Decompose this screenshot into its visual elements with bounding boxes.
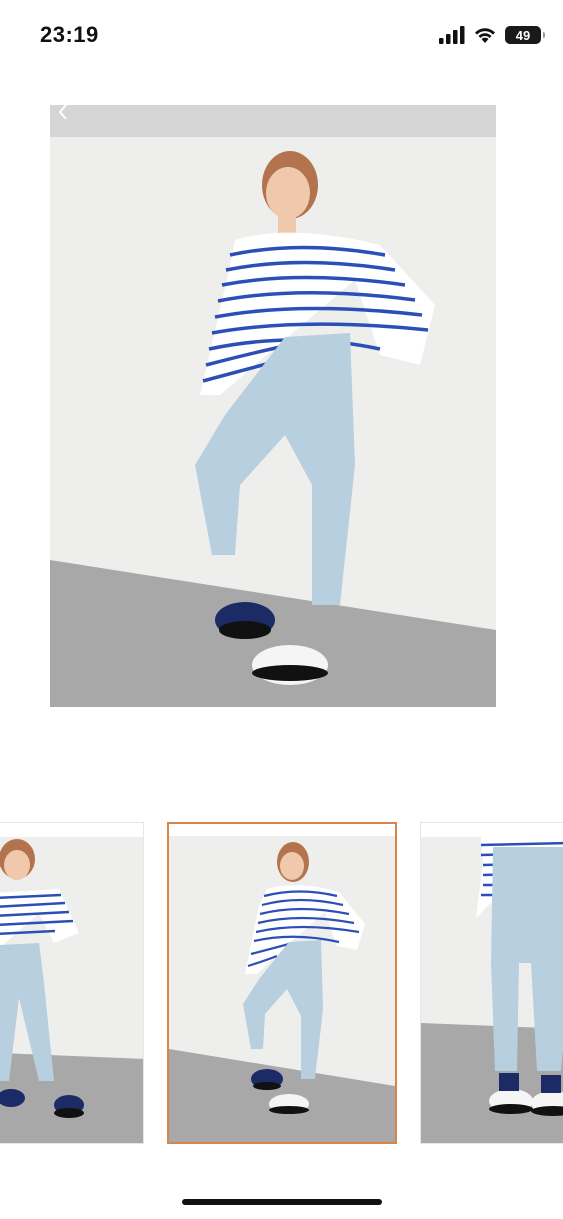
thumbnail-2-selected[interactable] [167,822,397,1144]
signal-icon [439,26,465,44]
thumbnail-photo [0,823,143,1143]
thumbnail-1[interactable] [0,822,144,1144]
thumbnail-3[interactable] [420,822,563,1144]
status-bar: 23:19 49 [0,0,563,70]
product-photo [50,137,496,707]
main-product-image[interactable] [50,105,496,707]
thumbnail-photo [421,823,563,1143]
status-time: 23:19 [40,22,99,47]
thumbnail-photo [169,824,395,1142]
battery-icon: 49 [505,26,545,44]
wifi-icon [475,28,495,43]
home-indicator[interactable] [182,1199,382,1205]
status-icons: 49 [439,24,545,46]
battery-level: 49 [515,27,531,43]
